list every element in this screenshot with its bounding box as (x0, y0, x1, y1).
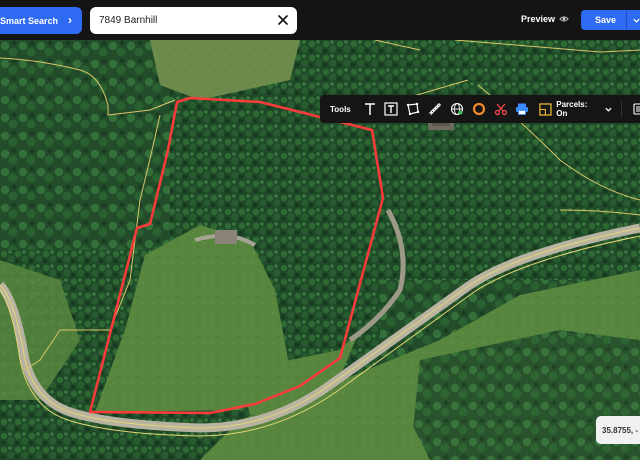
ruler-icon[interactable] (424, 98, 446, 120)
coordinates-readout: 35.8755, - (596, 416, 640, 444)
map-toolbar: Tools Parcels: On (320, 95, 640, 123)
parcels-toggle[interactable]: Parcels: On (539, 100, 613, 118)
save-label: Save (594, 15, 617, 25)
eye-icon (559, 16, 569, 22)
chevron-down-icon (605, 107, 612, 112)
polygon-icon[interactable] (402, 98, 424, 120)
parcels-label: Parcels: On (556, 100, 588, 118)
tools-label: Tools (330, 104, 351, 114)
text-icon[interactable] (359, 98, 381, 120)
print-icon[interactable] (512, 98, 534, 120)
smart-search-label: Smart Search (0, 15, 59, 26)
search-field[interactable] (90, 7, 297, 34)
preview-button[interactable]: Preview (521, 14, 569, 24)
chevron-down-icon (633, 18, 640, 23)
toolbar-divider (621, 101, 623, 117)
save-button[interactable]: Save (581, 10, 630, 30)
circle-icon[interactable] (468, 98, 490, 120)
coordinates-text: 35.8755, - (602, 425, 639, 435)
close-icon[interactable] (276, 13, 290, 27)
menu-icon[interactable] (628, 98, 640, 120)
parcels-icon (539, 102, 552, 116)
globe-icon[interactable] (446, 98, 468, 120)
smart-search-button[interactable]: Smart Search › (0, 7, 82, 34)
text-box-icon[interactable] (381, 98, 403, 120)
chevron-right-icon: › (68, 13, 72, 27)
preview-label: Preview (521, 14, 556, 24)
save-options-button[interactable] (626, 10, 640, 30)
top-bar: Smart Search › Preview Save (0, 0, 640, 40)
search-input[interactable] (99, 15, 269, 26)
scissors-icon[interactable] (490, 98, 512, 120)
satellite-map[interactable]: Tools Parcels: On 35.8755, - (0, 40, 640, 460)
